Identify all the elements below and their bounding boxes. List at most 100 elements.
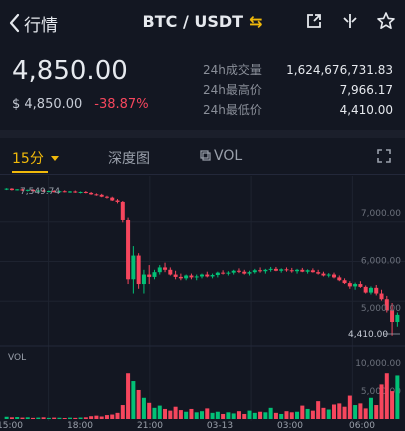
candle-body <box>199 274 205 277</box>
candle-body <box>273 268 278 271</box>
volume-bar <box>295 411 300 419</box>
active-tab-indicator <box>12 171 48 173</box>
candle-body <box>89 192 94 195</box>
price-sub: $ 4,850.00 -38.87% <box>12 97 149 112</box>
kline-chart[interactable]: 7,000.00 6,000.00 5,000.00 7,549.74 4,410.… <box>0 176 405 431</box>
candle-body <box>184 275 189 279</box>
volume-bar <box>189 408 194 419</box>
volume-bar <box>347 395 352 419</box>
volume-bar <box>173 406 178 419</box>
tab-depth[interactable]: 深度图 <box>108 148 150 168</box>
back-button[interactable]: 行情 <box>8 9 58 37</box>
star-icon[interactable] <box>375 10 397 32</box>
volume-bar <box>178 410 183 419</box>
candle-body <box>62 191 67 193</box>
stat-value: 1,624,676,731.83 <box>286 63 393 77</box>
candle-body <box>210 275 215 277</box>
candle-body <box>242 271 247 274</box>
candle-body <box>83 191 88 193</box>
candle-body <box>9 188 14 191</box>
volume-bar <box>242 413 247 419</box>
volume-bar <box>236 411 241 419</box>
candle-body <box>178 276 183 279</box>
volume-bar <box>231 413 236 419</box>
candle-body <box>295 269 300 272</box>
volume-bar <box>337 403 342 419</box>
volume-bar <box>258 411 263 419</box>
volume-bar <box>363 408 368 419</box>
volume-bar <box>89 416 94 419</box>
candle-body <box>363 286 368 293</box>
chart-tabs: 15分 深度图 VOL <box>0 140 405 174</box>
volume-bar <box>205 408 210 419</box>
volume-bar <box>300 405 305 419</box>
candle-body <box>236 270 241 272</box>
candle-body <box>331 274 337 278</box>
volume-bar <box>310 410 315 419</box>
volume-bar <box>358 403 363 419</box>
volume-bar <box>194 412 199 419</box>
price-tick-label: 6,000.00 <box>361 256 401 266</box>
volume-bar <box>9 417 14 419</box>
volume-bar <box>390 391 395 419</box>
volume-bar <box>289 412 294 419</box>
tab-divider <box>0 174 405 175</box>
volume-bar <box>331 404 337 419</box>
candle-body <box>353 284 358 287</box>
volume-bar <box>136 389 141 419</box>
volume-bar <box>326 409 331 419</box>
candle-body <box>347 283 352 287</box>
volume-bar <box>4 416 9 419</box>
candle-body <box>226 272 231 274</box>
volume-bar <box>20 417 25 419</box>
stat-low: 24h最低价 4,410.00 <box>203 100 393 120</box>
share-icon[interactable] <box>303 10 325 32</box>
candle-body <box>268 268 273 270</box>
volume-bar <box>279 413 284 419</box>
candle-body <box>368 287 373 293</box>
candle-body <box>289 270 294 272</box>
layers-icon <box>200 150 211 161</box>
tab-interval-label: 15分 <box>12 151 44 167</box>
candle-body <box>374 287 379 294</box>
volume-bar <box>15 417 20 419</box>
candle-body <box>263 269 268 272</box>
volume-bar <box>226 412 231 419</box>
volume-bar <box>184 411 189 419</box>
volume-bar <box>273 412 278 419</box>
high-price-marker: 7,549.74 <box>20 187 60 197</box>
stat-volume: 24h成交量 1,624,676,731.83 <box>203 60 393 80</box>
stat-label: 24h最低价 <box>203 103 262 117</box>
candle-body <box>337 277 342 281</box>
time-tick-label: 18:00 <box>67 421 93 431</box>
fullscreen-icon[interactable] <box>377 148 395 166</box>
volume-bar <box>104 415 109 419</box>
volume-bar <box>62 417 67 419</box>
volume-bar <box>115 412 120 419</box>
candle-body <box>78 191 83 193</box>
chevron-left-icon <box>9 13 20 33</box>
volume-bar <box>131 381 136 419</box>
swap-icon[interactable]: ⇆ <box>249 12 262 31</box>
candle-body <box>15 189 20 191</box>
candle-body <box>163 267 168 270</box>
pair-name[interactable]: BTC / USDT <box>143 12 244 31</box>
volume-bar <box>152 407 157 419</box>
volume-bar <box>384 373 389 419</box>
top-bar: 行情 BTC / USDT ⇆ <box>0 0 405 46</box>
candle-body <box>215 272 220 276</box>
volume-bar <box>305 408 310 419</box>
chart-grid <box>0 176 405 421</box>
tab-vol[interactable]: VOL <box>200 148 242 164</box>
time-tick-label: 03:00 <box>277 421 303 431</box>
price-tick-label: 5,000.00 <box>361 304 401 314</box>
indicator-icon[interactable] <box>339 10 361 32</box>
vol-axis: 10,000.005,000.00 <box>355 359 401 397</box>
fiat-price: $ 4,850.00 <box>12 97 83 112</box>
section-divider <box>0 130 405 138</box>
stats-panel: 24h成交量 1,624,676,731.83 24h最高价 7,966.17 … <box>203 60 393 120</box>
volume-bar <box>395 375 400 419</box>
volume-bar <box>52 417 57 419</box>
volume-bar <box>163 408 168 419</box>
tab-interval[interactable]: 15分 <box>12 148 60 168</box>
